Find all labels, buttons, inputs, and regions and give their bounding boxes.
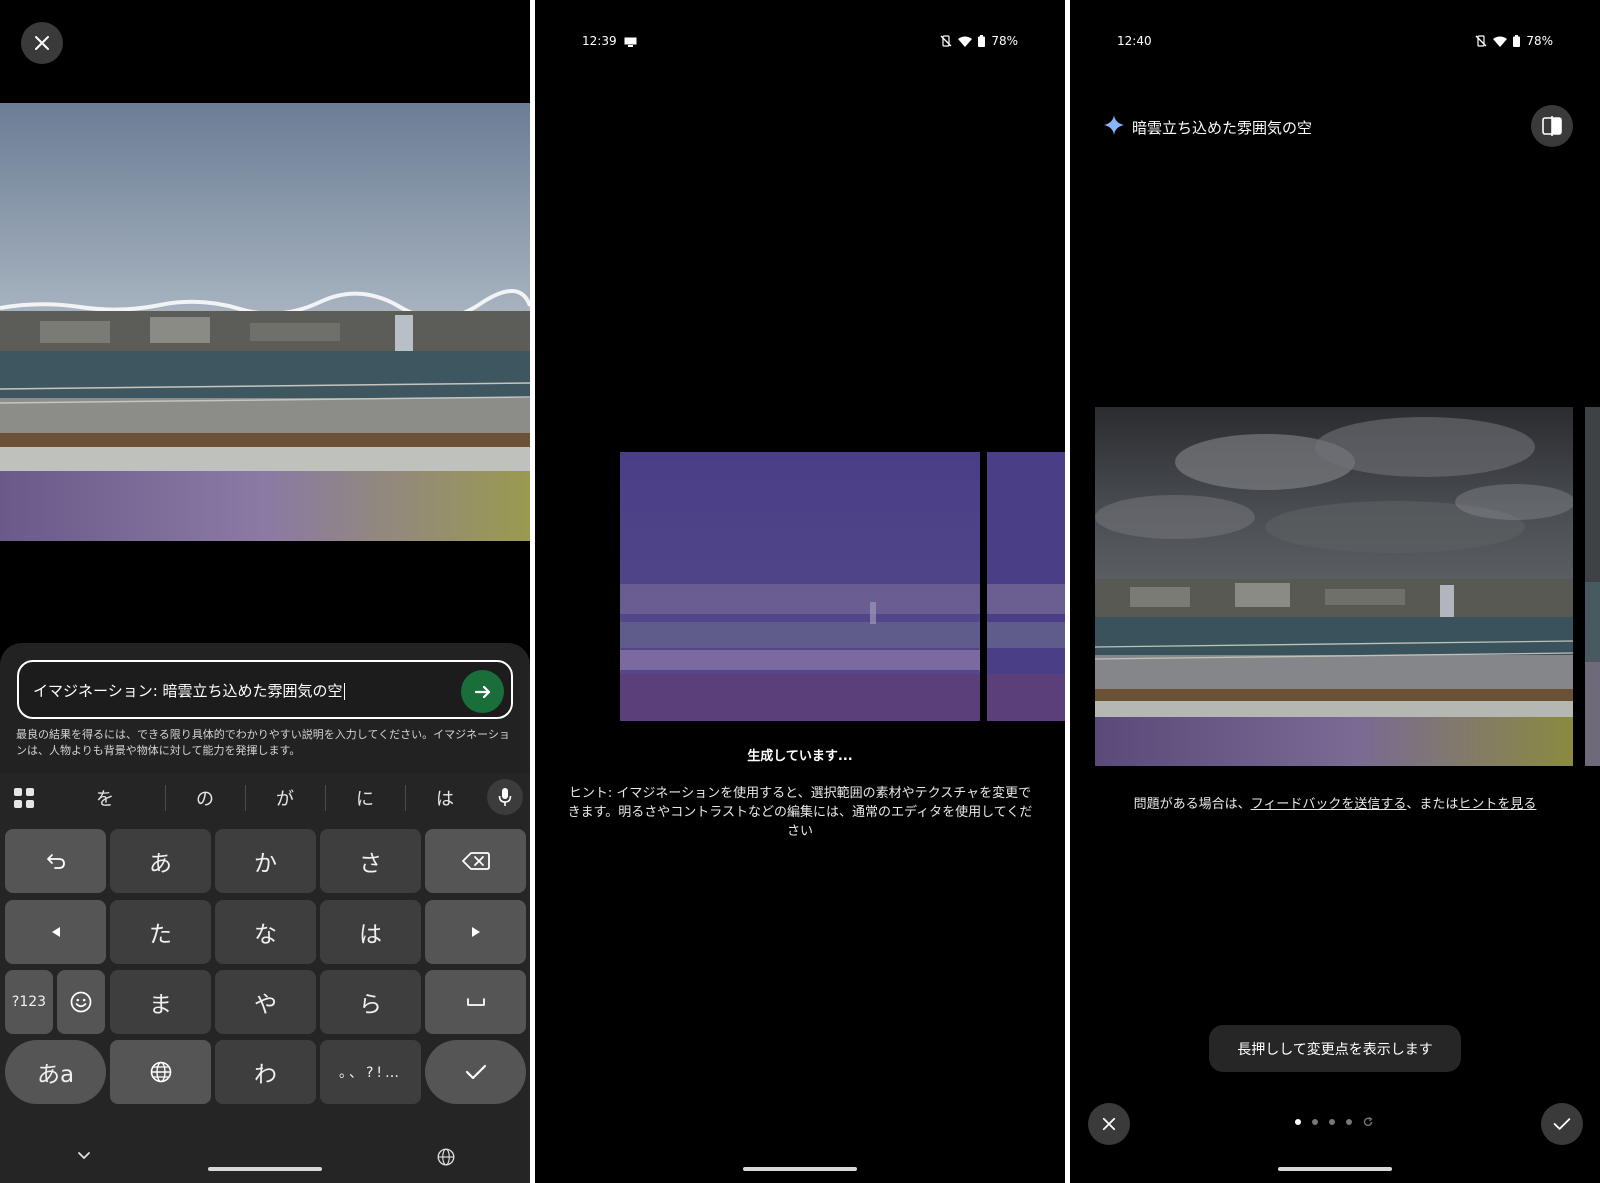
text-caret [343, 683, 345, 700]
suggestion-bar: を の が に は [0, 773, 530, 821]
prompt-input-screen: イマジネーション: 暗雲立ち込めた雰囲気の空 最良の結果を得るには、できる限り具… [0, 0, 530, 1183]
prompt-title: 暗雲立ち込めた雰囲気の空 [1132, 119, 1313, 137]
discard-button[interactable] [1088, 1103, 1130, 1145]
kana-key[interactable]: ま [110, 970, 211, 1034]
generating-preview [620, 452, 980, 721]
backspace-icon [461, 852, 490, 870]
next-result-peek[interactable] [1585, 407, 1600, 766]
punctuation-key[interactable]: 。、?!… [320, 1040, 421, 1104]
gesture-nav-bar[interactable] [743, 1167, 857, 1171]
suggestion-item[interactable]: に [335, 785, 395, 811]
hold-to-compare-toast: 長押しして変更点を表示します [1209, 1025, 1461, 1072]
input-mode-label: あa [36, 1062, 75, 1088]
generating-label: 生成しています... [747, 749, 853, 764]
status-time: 12:39 [582, 34, 637, 48]
helper-text: 最良の結果を得るには、できる限り具体的でわかりやすい説明を入力してください。イマ… [16, 728, 510, 757]
status-bar: 12:40 78% [1117, 34, 1553, 50]
page-dot[interactable] [1346, 1119, 1352, 1125]
suggestion-item[interactable]: は [415, 785, 475, 811]
hint-text: ヒント: イマジネーションを使用すると、選択範囲の素材やテクスチャを変更できます… [567, 786, 1033, 839]
enter-key[interactable] [425, 1040, 526, 1104]
send-feedback-link[interactable]: フィードバックを送信する [1251, 797, 1407, 812]
feedback-line: 問題がある場合は、フィードバックを送信する、またはヒントを見る [1133, 797, 1537, 812]
suggestion-item[interactable]: の [175, 785, 235, 811]
battery-icon [978, 35, 986, 47]
caret-right-icon [471, 927, 480, 937]
prompt-input-value: イマジネーション: 暗雲立ち込めた雰囲気の空 [33, 682, 345, 700]
result-screen: 12:40 78% 暗雲立ち込めた雰囲気の空 問題がある場合は、フィードバックを… [1070, 0, 1600, 1183]
battery-icon [1513, 35, 1521, 47]
compare-button[interactable] [1531, 105, 1573, 147]
input-mode-key[interactable]: あa [5, 1040, 106, 1104]
close-button[interactable] [21, 22, 63, 64]
globe-icon[interactable] [437, 1148, 455, 1166]
arrow-right-icon [474, 685, 490, 698]
voice-input-button[interactable] [487, 779, 523, 815]
battery-level: 78% [991, 34, 1018, 48]
wifi-icon [958, 36, 973, 47]
check-icon [1553, 1118, 1571, 1130]
globe-icon [150, 1061, 171, 1083]
kana-key[interactable]: は [320, 900, 421, 964]
photo-preview [0, 103, 530, 541]
generating-screen: 12:39 78% 生成しています... ヒント: イマジネーションを使用すると… [535, 0, 1065, 1183]
chevron-down-icon[interactable] [77, 1151, 91, 1161]
undo-key[interactable] [5, 829, 106, 893]
kana-key[interactable]: さ [320, 829, 421, 893]
view-hints-link[interactable]: ヒントを見る [1458, 797, 1536, 812]
undo-icon [46, 854, 65, 869]
emoji-icon [70, 991, 92, 1013]
accept-button[interactable] [1541, 1103, 1583, 1145]
result-image[interactable] [1095, 407, 1573, 766]
result-pager[interactable] [1295, 1117, 1373, 1127]
kana-key[interactable]: ら [320, 970, 421, 1034]
kana-key[interactable]: や [215, 970, 316, 1034]
gesture-nav-bar[interactable] [1278, 1167, 1392, 1171]
battery-level: 78% [1526, 34, 1553, 48]
sparkle-icon [1104, 115, 1124, 135]
apps-grid-icon[interactable] [13, 787, 35, 809]
suggestion-item[interactable]: を [75, 785, 135, 811]
kana-key[interactable]: な [215, 900, 316, 964]
cursor-right-key[interactable] [425, 900, 526, 964]
suggestion-item[interactable]: が [255, 785, 315, 811]
wifi-icon [1493, 36, 1508, 47]
status-bar: 12:39 78% [582, 34, 1018, 50]
vibrate-off-icon [940, 35, 952, 47]
screen-cast-icon [624, 37, 637, 47]
cursor-left-key[interactable] [5, 900, 106, 964]
page-dot[interactable] [1312, 1119, 1318, 1125]
microphone-icon [498, 788, 512, 806]
status-time: 12:40 [1117, 34, 1152, 48]
gesture-nav-bar[interactable] [208, 1167, 322, 1171]
close-icon [1102, 1117, 1116, 1131]
caret-left-icon [51, 927, 60, 937]
kana-key[interactable]: あ [110, 829, 211, 893]
kana-key[interactable]: た [110, 900, 211, 964]
refresh-icon[interactable] [1363, 1117, 1373, 1127]
space-icon [466, 998, 485, 1006]
space-key[interactable] [425, 970, 526, 1034]
kana-key[interactable]: わ [215, 1040, 316, 1104]
emoji-key[interactable] [57, 970, 105, 1034]
page-dot[interactable] [1329, 1119, 1335, 1125]
backspace-key[interactable] [425, 829, 526, 893]
page-dot[interactable] [1295, 1119, 1301, 1125]
next-preview [987, 452, 1065, 721]
compare-icon [1542, 116, 1562, 136]
check-icon [465, 1064, 486, 1080]
send-button[interactable] [461, 670, 504, 713]
kana-key[interactable]: か [215, 829, 316, 893]
language-key[interactable] [110, 1040, 211, 1104]
vibrate-off-icon [1475, 35, 1487, 47]
numbers-key[interactable]: ?123 [5, 970, 53, 1034]
close-icon [35, 36, 49, 50]
